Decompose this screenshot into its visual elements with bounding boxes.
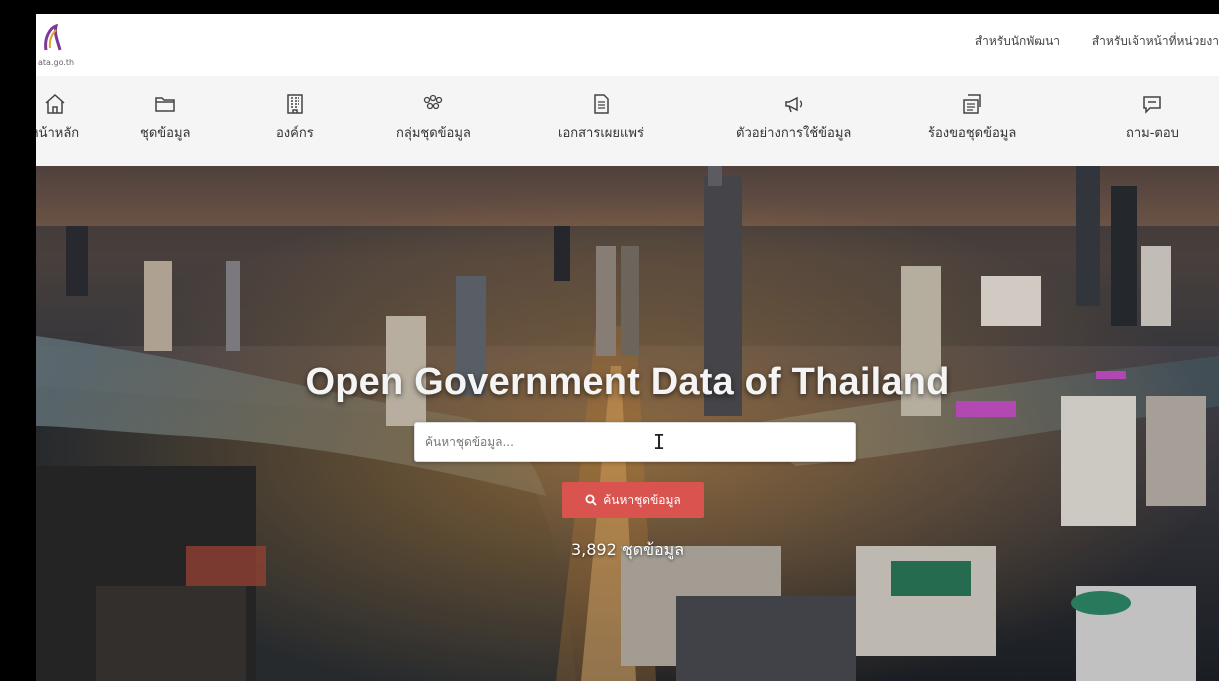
text-cursor-icon: I bbox=[653, 430, 666, 454]
logo-text: ata.go.th bbox=[38, 58, 75, 67]
nav-item-organizations[interactable]: องค์กร bbox=[276, 92, 314, 143]
site-logo[interactable]: ata.go.th bbox=[38, 22, 98, 70]
nav-label: ถาม-ตอบ bbox=[1126, 126, 1179, 141]
main-nav: หน้าหลัก ชุดข้อมูล องค์กร กลุ่มชุดข้อมูล… bbox=[36, 76, 1219, 166]
building-icon bbox=[287, 94, 303, 114]
nav-label: ตัวอย่างการใช้ข้อมูล bbox=[736, 126, 852, 141]
nav-item-groups[interactable]: กลุ่มชุดข้อมูล bbox=[396, 92, 471, 143]
dataset-count: 3,892 ชุดข้อมูล bbox=[570, 540, 685, 559]
nav-item-datasets[interactable]: ชุดข้อมูล bbox=[140, 92, 191, 143]
search-box: I bbox=[414, 422, 856, 462]
home-icon bbox=[45, 93, 65, 114]
nav-item-faq[interactable]: ถาม-ตอบ bbox=[1126, 92, 1179, 143]
browser-viewport: ata.go.th สำหรับนักพัฒนา สำหรับเจ้าหน้าท… bbox=[36, 14, 1219, 681]
folder-icon bbox=[155, 97, 175, 112]
search-button-label: ค้นหาชุดข้อมูล bbox=[603, 492, 681, 507]
nav-label: องค์กร bbox=[276, 126, 314, 141]
search-button[interactable]: ค้นหาชุดข้อมูล bbox=[562, 482, 704, 518]
hero-banner: Open Government Data of Thailand I ค้นหา… bbox=[36, 166, 1219, 681]
link-agency-staff[interactable]: สำหรับเจ้าหน้าที่หน่วยงา bbox=[1092, 34, 1219, 48]
nav-label: ชุดข้อมูล bbox=[140, 126, 191, 141]
nav-item-showcases[interactable]: ตัวอย่างการใช้ข้อมูล bbox=[736, 92, 851, 143]
megaphone-icon bbox=[784, 96, 802, 113]
group-icon bbox=[424, 94, 443, 110]
nav-label: ร้องขอชุดข้อมูล bbox=[928, 126, 1017, 141]
request-icon bbox=[963, 94, 981, 114]
nav-item-publications[interactable]: เอกสารเผยแพร่ bbox=[558, 92, 644, 143]
document-icon bbox=[594, 94, 609, 114]
nav-label: เอกสารเผยแพร่ bbox=[558, 126, 644, 141]
top-links: สำหรับนักพัฒนา สำหรับเจ้าหน้าที่หน่วยงา bbox=[947, 32, 1219, 51]
top-bar: ata.go.th สำหรับนักพัฒนา สำหรับเจ้าหน้าท… bbox=[36, 14, 1219, 76]
link-developers[interactable]: สำหรับนักพัฒนา bbox=[975, 34, 1060, 48]
nav-label: หน้าหลัก bbox=[36, 126, 80, 141]
search-input[interactable] bbox=[415, 423, 855, 461]
logo-mark-icon bbox=[44, 24, 62, 51]
nav-item-home[interactable]: หน้าหลัก bbox=[36, 92, 79, 143]
chat-icon bbox=[1143, 96, 1162, 114]
search-icon bbox=[585, 494, 597, 506]
nav-label: กลุ่มชุดข้อมูล bbox=[396, 126, 471, 141]
hero-title: Open Government Data of Thailand bbox=[305, 361, 950, 403]
nav-item-data-request[interactable]: ร้องขอชุดข้อมูล bbox=[928, 92, 1016, 143]
